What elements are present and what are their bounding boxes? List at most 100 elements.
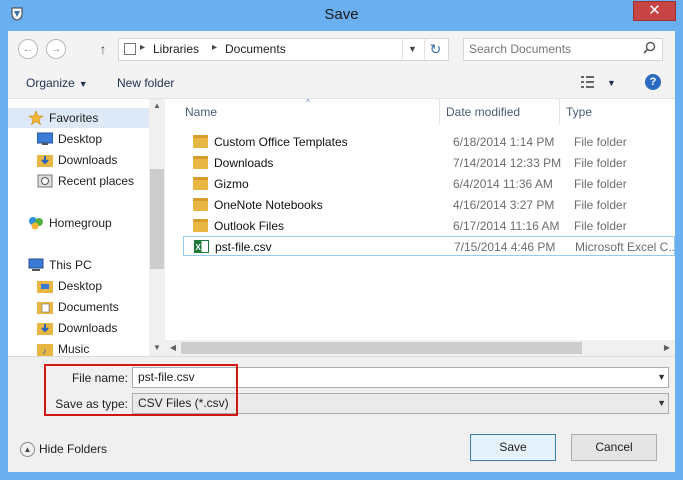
save-form: File name: pst-file.csv ▼ Save as type: …	[8, 356, 675, 472]
search-icon[interactable]	[643, 41, 656, 57]
file-date: 4/16/2014 3:27 PM	[453, 198, 555, 212]
file-name: Outlook Files	[214, 219, 285, 233]
file-type: Microsoft Excel C...	[575, 240, 675, 254]
svg-text:X: X	[196, 243, 202, 252]
file-type: File folder	[574, 219, 627, 233]
sidebar-label: Recent places	[58, 174, 135, 188]
refresh-button[interactable]: ↻	[424, 39, 446, 60]
file-row-selected[interactable]: X pst-file.csv 7/15/2014 4:46 PM Microso…	[183, 236, 675, 256]
new-folder-button[interactable]: New folder	[117, 76, 174, 90]
up-button[interactable]: ↑	[96, 39, 110, 59]
scrollbar-thumb[interactable]	[181, 342, 582, 354]
folder-icon	[193, 198, 208, 211]
file-date: 6/17/2014 11:16 AM	[453, 219, 560, 233]
music-folder-icon: ♪	[37, 344, 53, 356]
hide-folders-label: Hide Folders	[39, 442, 108, 456]
documents-folder-icon	[37, 302, 53, 314]
file-date: 6/4/2014 11:36 AM	[453, 177, 553, 191]
chevron-down-icon: ▼	[78, 79, 88, 89]
sidebar-label: Downloads	[58, 153, 118, 167]
file-date: 7/14/2014 12:33 PM	[453, 156, 562, 170]
address-row: ← → ↑ ▸ Libraries ▸ Documents ▼ ↻	[8, 31, 675, 67]
file-list-scrollbar[interactable]: ◀ ▶	[165, 340, 675, 356]
sidebar-item-favorites[interactable]: Favorites	[8, 108, 149, 128]
organize-label: Organize	[26, 76, 75, 90]
downloads-folder-icon	[37, 155, 53, 167]
library-icon	[124, 43, 136, 55]
navigation-pane: Favorites Desktop Downloads Recent place…	[8, 99, 165, 356]
file-row[interactable]: Gizmo 6/4/2014 11:36 AM File folder	[183, 174, 675, 194]
chevron-down-icon[interactable]: ▼	[657, 394, 666, 413]
scroll-left-arrow-icon[interactable]: ◀	[165, 340, 181, 356]
chevron-up-icon: ▲	[20, 442, 35, 458]
search-box[interactable]	[463, 38, 663, 61]
scroll-up-arrow-icon[interactable]: ▲	[149, 101, 165, 110]
file-row[interactable]: Outlook Files 6/17/2014 11:16 AM File fo…	[183, 216, 675, 236]
address-bar[interactable]: ▸ Libraries ▸ Documents ▼ ↻	[118, 38, 449, 61]
file-row[interactable]: Downloads 7/14/2014 12:33 PM File folder	[183, 153, 675, 173]
recent-places-icon	[37, 174, 53, 188]
folder-icon	[193, 156, 208, 169]
title-bar[interactable]: Save ✕	[0, 0, 683, 31]
address-history-dropdown[interactable]: ▼	[402, 39, 422, 60]
sidebar-label: Downloads	[58, 321, 118, 335]
computer-icon	[28, 258, 44, 271]
file-date: 7/15/2014 4:46 PM	[454, 240, 556, 254]
column-header-name[interactable]: Name	[185, 99, 217, 125]
forward-button[interactable]: →	[46, 39, 66, 59]
highlight-annotation-box	[44, 364, 238, 416]
file-type: File folder	[574, 198, 627, 212]
search-input[interactable]	[469, 42, 629, 56]
homegroup-icon	[29, 217, 43, 230]
view-dropdown-chevron-icon[interactable]: ▼	[607, 78, 616, 88]
organize-menu[interactable]: Organize ▼	[26, 76, 88, 90]
file-name: OneNote Notebooks	[214, 198, 323, 212]
file-name: Downloads	[214, 156, 274, 170]
sidebar-label: This PC	[49, 258, 92, 272]
downloads-folder-icon	[37, 323, 53, 335]
file-row[interactable]: Custom Office Templates 6/18/2014 1:14 P…	[183, 132, 675, 152]
file-name: pst-file.csv	[215, 240, 272, 254]
file-type: File folder	[574, 135, 627, 149]
close-button[interactable]: ✕	[633, 1, 676, 21]
sidebar-label: Homegroup	[49, 216, 112, 230]
file-type: File folder	[574, 177, 627, 191]
dialog-body: ← → ↑ ▸ Libraries ▸ Documents ▼ ↻ Organi…	[8, 31, 675, 472]
folder-icon	[193, 135, 208, 148]
sidebar-label: Music	[58, 342, 90, 356]
sidebar-label: Documents	[58, 300, 119, 314]
hide-folders-button[interactable]: ▲ Hide Folders	[20, 442, 108, 458]
breadcrumb-separator: ▸	[140, 42, 146, 53]
sidebar-label: Desktop	[58, 279, 103, 293]
column-divider[interactable]	[439, 99, 440, 125]
sidebar-label: Favorites	[49, 111, 99, 125]
save-button[interactable]: Save	[470, 434, 556, 461]
file-row[interactable]: OneNote Notebooks 4/16/2014 3:27 PM File…	[183, 195, 675, 215]
chevron-down-icon[interactable]: ▼	[657, 368, 666, 387]
scroll-down-arrow-icon[interactable]: ▼	[149, 343, 165, 352]
file-date: 6/18/2014 1:14 PM	[453, 135, 555, 149]
cancel-button[interactable]: Cancel	[571, 434, 657, 461]
breadcrumb-documents[interactable]: Documents	[225, 42, 286, 56]
folder-icon	[193, 219, 208, 232]
breadcrumb-libraries[interactable]: Libraries	[153, 42, 199, 56]
column-divider[interactable]	[559, 99, 560, 125]
folder-icon	[193, 177, 208, 190]
breadcrumb-separator: ▸	[212, 42, 218, 53]
navigation-scrollbar[interactable]: ▲ ▼	[149, 99, 165, 356]
excel-csv-icon: X	[194, 240, 209, 253]
file-name: Gizmo	[214, 177, 249, 191]
command-bar: Organize ▼ New folder ▼ ?	[8, 67, 675, 99]
scrollbar-thumb[interactable]	[150, 169, 164, 269]
svg-text:♪: ♪	[42, 346, 47, 356]
scroll-right-arrow-icon[interactable]: ▶	[659, 340, 675, 356]
save-dialog: Save ✕ ← → ↑ ▸ Libraries ▸ Documents ▼ ↻	[0, 0, 683, 480]
file-list: Name ^ Date modified Type Custom Office …	[165, 99, 675, 356]
column-header-date-modified[interactable]: Date modified	[446, 99, 520, 125]
back-button[interactable]: ←	[18, 39, 38, 59]
desktop-folder-icon	[37, 281, 53, 293]
star-icon	[28, 111, 44, 125]
view-options-icon[interactable]	[581, 75, 597, 89]
column-header-type[interactable]: Type	[566, 99, 592, 125]
help-button[interactable]: ?	[645, 74, 661, 90]
